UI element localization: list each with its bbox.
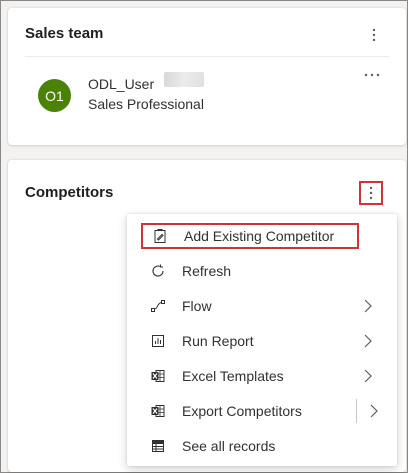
refresh-icon (149, 262, 167, 280)
menu-item-label: Refresh (182, 262, 232, 279)
chevron-right-icon[interactable] (367, 402, 381, 420)
menu-item-refresh[interactable]: Refresh (127, 253, 397, 288)
sales-team-title: Sales team (25, 25, 104, 42)
member-role: Sales Professional (88, 96, 204, 112)
menu-item-excel-templates[interactable]: Excel Templates (127, 358, 397, 393)
competitors-context-menu: Add Existing Competitor Refresh Flow Run… (127, 214, 397, 466)
menu-item-label: See all records (182, 437, 276, 454)
avatar: O1 (38, 79, 71, 112)
excel-icon (149, 367, 167, 385)
menu-item-label: Excel Templates (182, 367, 284, 384)
competitors-title: Competitors (25, 184, 114, 201)
menu-item-see-all-records[interactable]: See all records (127, 428, 397, 463)
sales-team-divider (25, 56, 389, 57)
sales-team-card: Sales team O1 ODL_User Sales Professiona… (8, 8, 406, 145)
menu-item-add-existing-competitor[interactable]: Add Existing Competitor (141, 223, 359, 249)
grid-icon (149, 437, 167, 455)
menu-item-export-competitors[interactable]: Export Competitors (127, 393, 397, 428)
chevron-right-icon (361, 297, 375, 315)
menu-item-flow[interactable]: Flow (127, 288, 397, 323)
export-excel-icon (149, 402, 167, 420)
vertical-ellipsis-icon (369, 186, 373, 200)
flow-icon (149, 297, 167, 315)
member-more-button[interactable] (359, 68, 385, 84)
sales-team-more-button[interactable] (361, 22, 387, 48)
split-divider (356, 398, 357, 423)
report-icon (149, 332, 167, 350)
add-existing-icon (151, 227, 169, 245)
menu-item-label: Export Competitors (182, 402, 302, 419)
menu-item-label: Run Report (182, 332, 254, 349)
menu-item-run-report[interactable]: Run Report (127, 323, 397, 358)
chevron-right-icon (361, 332, 375, 350)
horizontal-ellipsis-icon (364, 73, 380, 77)
competitors-more-button[interactable] (359, 181, 383, 205)
menu-item-label: Flow (182, 297, 212, 314)
chevron-right-icon (361, 367, 375, 385)
redacted-name-blur (164, 72, 204, 87)
vertical-ellipsis-icon (372, 28, 376, 42)
menu-item-label: Add Existing Competitor (184, 228, 335, 244)
member-name[interactable]: ODL_User (88, 76, 154, 92)
